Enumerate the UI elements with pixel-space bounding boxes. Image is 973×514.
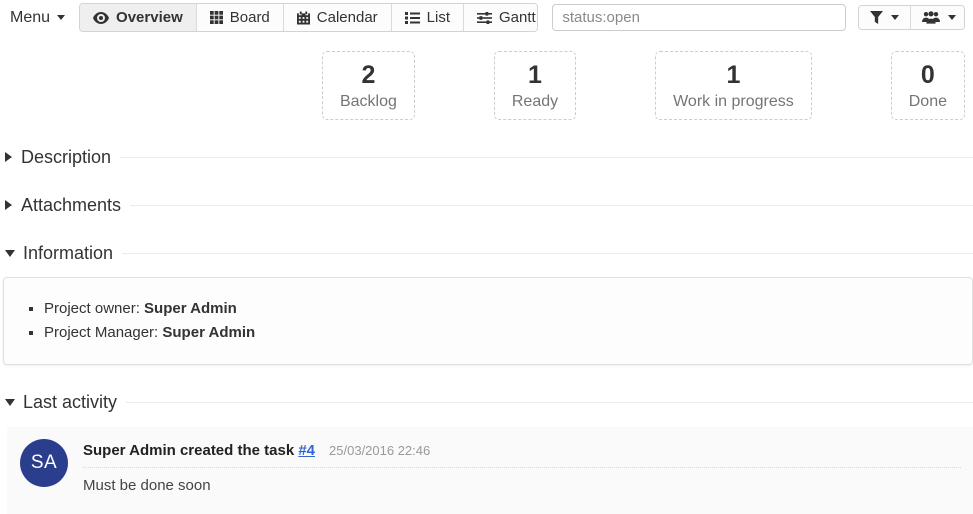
tab-gantt[interactable]: Gantt <box>464 4 538 31</box>
tab-label: Gantt <box>499 9 536 26</box>
tab-label: Calendar <box>317 9 378 26</box>
information-list: Project owner: Super Admin Project Manag… <box>4 297 962 345</box>
section-header-attachments[interactable]: Attachments <box>5 195 973 216</box>
section-rule <box>122 253 973 254</box>
view-switcher: Overview Board Calendar List Gantt <box>79 3 538 32</box>
section-header-information[interactable]: Information <box>5 243 973 264</box>
stat-label: Done <box>909 93 947 111</box>
triangle-right-icon <box>5 200 12 210</box>
grid-icon <box>210 11 223 24</box>
toolbar: Menu Overview Board Calendar List <box>0 0 973 34</box>
tab-calendar[interactable]: Calendar <box>284 4 392 31</box>
activity-title: Super Admin created the task <box>83 442 294 459</box>
section-title: Description <box>21 147 111 168</box>
section-rule <box>130 205 973 206</box>
list-item: Project owner: Super Admin <box>44 297 962 321</box>
section-title: Attachments <box>21 195 121 216</box>
tab-board[interactable]: Board <box>197 4 284 31</box>
funnel-icon <box>870 11 883 24</box>
info-value: Super Admin <box>144 300 237 317</box>
tab-list[interactable]: List <box>392 4 464 31</box>
users-dropdown-button[interactable] <box>911 6 965 29</box>
caret-down-icon <box>948 15 956 20</box>
avatar: SA <box>20 439 68 487</box>
tab-overview[interactable]: Overview <box>80 4 197 31</box>
activity-title-row: Super Admin created the task #4 25/03/20… <box>83 439 961 468</box>
tab-label: Board <box>230 9 270 26</box>
section-rule <box>126 402 973 403</box>
stat-box-ready: 1 Ready <box>494 51 576 120</box>
section-header-last-activity[interactable]: Last activity <box>5 392 973 413</box>
eye-icon <box>93 12 109 24</box>
filter-dropdowns <box>858 5 965 30</box>
stat-count: 2 <box>340 61 397 90</box>
section-title: Information <box>23 243 113 264</box>
triangle-down-icon <box>5 250 15 257</box>
triangle-down-icon <box>5 399 15 406</box>
activity-timestamp: 25/03/2016 22:46 <box>329 443 430 458</box>
info-value: Super Admin <box>162 324 255 341</box>
stat-count: 0 <box>909 61 947 90</box>
search-input[interactable] <box>552 4 845 31</box>
section-header-description[interactable]: Description <box>5 147 973 168</box>
triangle-right-icon <box>5 152 12 162</box>
tab-label: Overview <box>116 9 183 26</box>
stat-label: Ready <box>512 93 558 111</box>
stat-count: 1 <box>673 61 794 90</box>
column-stats-row: 2 Backlog 1 Ready 1 Work in progress 0 D… <box>0 34 973 120</box>
menu-label: Menu <box>10 9 50 27</box>
activity-body: Must be done soon <box>83 477 961 494</box>
list-item: Project Manager: Super Admin <box>44 321 962 345</box>
filter-dropdown-button[interactable] <box>859 6 911 29</box>
info-label: Project owner: <box>44 300 144 317</box>
stat-box-work-in-progress: 1 Work in progress <box>655 51 812 120</box>
calendar-icon <box>297 11 310 25</box>
caret-down-icon <box>57 15 65 20</box>
information-panel: Project owner: Super Admin Project Manag… <box>3 277 973 365</box>
section-title: Last activity <box>23 392 117 413</box>
tab-label: List <box>427 9 450 26</box>
caret-down-icon <box>891 15 899 20</box>
stat-label: Work in progress <box>673 93 794 111</box>
sliders-icon <box>477 12 492 24</box>
list-bullets-icon <box>405 12 420 24</box>
info-label: Project Manager: <box>44 324 162 341</box>
menu-dropdown[interactable]: Menu <box>8 5 67 31</box>
stat-box-done: 0 Done <box>891 51 965 120</box>
users-group-icon <box>922 11 940 24</box>
stat-label: Backlog <box>340 93 397 111</box>
section-rule <box>120 157 973 158</box>
stat-count: 1 <box>512 61 558 90</box>
stat-box-backlog: 2 Backlog <box>322 51 415 120</box>
activity-event: SA Super Admin created the task #4 25/03… <box>7 427 973 514</box>
activity-content: Super Admin created the task #4 25/03/20… <box>83 439 961 494</box>
task-link[interactable]: #4 <box>298 442 315 459</box>
